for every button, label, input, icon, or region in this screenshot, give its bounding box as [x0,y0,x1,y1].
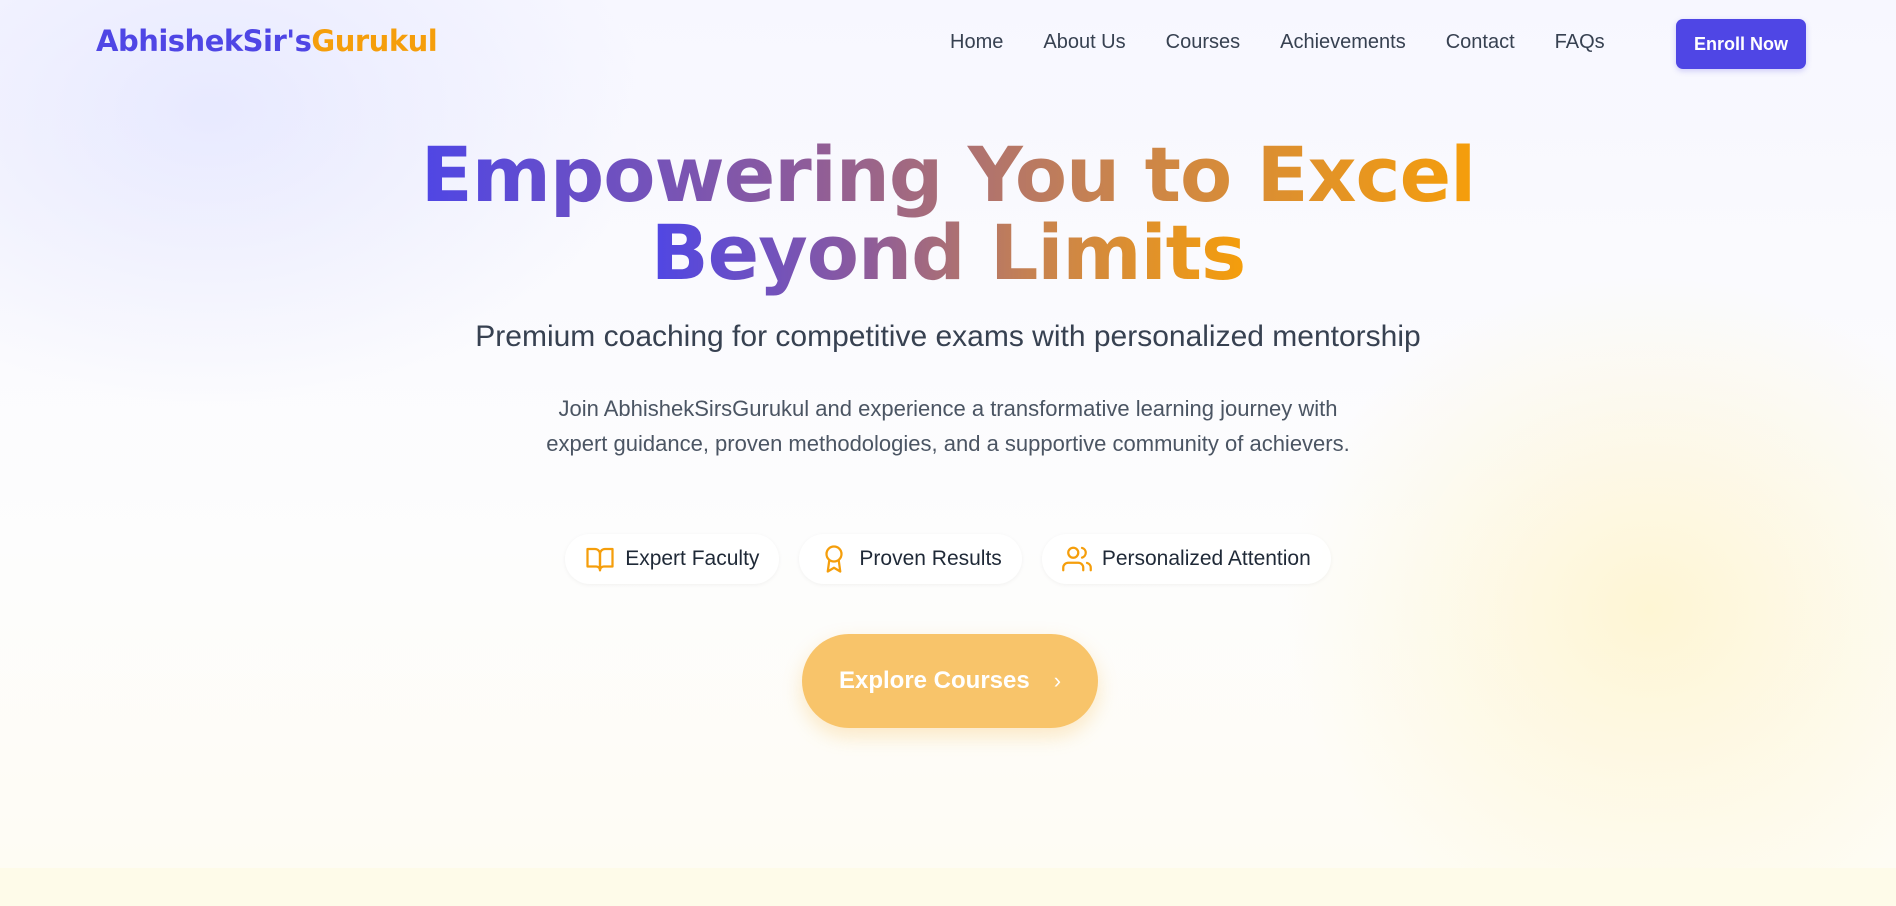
book-open-icon [585,544,615,574]
hero-title-line1: Empowering You to Excel [420,130,1476,219]
feature-personalized-attention: Personalized Attention [1041,534,1331,584]
feature-pills: Expert Faculty Proven Results Personaliz… [0,534,1896,584]
nav-courses[interactable]: Courses [1166,31,1240,54]
hero-title-line2: Beyond Limits [650,208,1246,297]
hero-title: Empowering You to Excel Beyond Limits [0,136,1896,292]
feature-expert-faculty: Expert Faculty [565,534,780,584]
feature-label: Expert Faculty [625,547,760,570]
nav-home[interactable]: Home [950,31,1003,54]
chevron-right-icon: › [1053,668,1062,693]
explore-courses-label: Explore Courses [838,667,1030,694]
hero-description: Join AbhishekSirsGurukul and experience … [546,396,1350,456]
users-icon [1061,544,1092,574]
navbar: AbhishekSir'sGurukul Home About Us Cours… [0,0,1896,88]
brand-part1: AbhishekSir's [96,24,312,58]
feature-proven-results: Proven Results [799,534,1022,584]
award-icon [819,544,849,574]
nav-faqs[interactable]: FAQs [1555,31,1605,54]
nav-contact[interactable]: Contact [1446,31,1515,54]
brand-logo[interactable]: AbhishekSir'sGurukul [96,24,438,58]
next-section-band [0,868,1896,906]
explore-courses-button[interactable]: Explore Courses › [802,634,1098,728]
enroll-now-button[interactable]: Enroll Now [1676,19,1806,69]
nav-links: Home About Us Courses Achievements Conta… [950,31,1645,54]
brand-part2: Gurukul [311,24,438,58]
hero-subtitle: Premium coaching for competitive exams w… [475,320,1421,353]
feature-label: Proven Results [859,547,1002,570]
nav-achievements[interactable]: Achievements [1280,31,1406,54]
feature-label: Personalized Attention [1101,547,1311,570]
nav-about-us[interactable]: About Us [1043,31,1125,54]
